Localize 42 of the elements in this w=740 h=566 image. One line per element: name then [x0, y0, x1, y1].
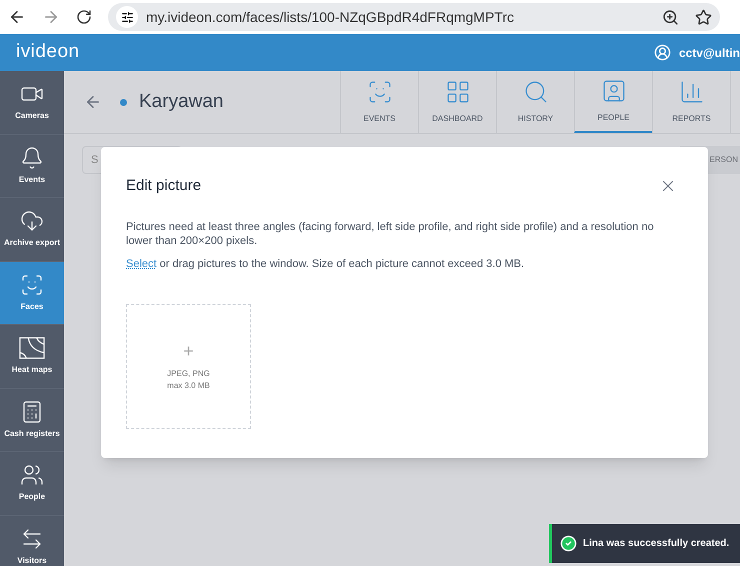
upload-instructions: Select or drag pictures to the window. Size of each picture cannot exceed 3.0 MB. — [126, 256, 526, 272]
sidebar-item[interactable]: Heat maps — [0, 325, 64, 388]
reload-icon[interactable] — [76, 9, 92, 25]
nav-tab[interactable]: DASHBOARD — [418, 71, 496, 133]
add-icon: + — [183, 342, 194, 360]
select-link[interactable]: Select — [126, 258, 157, 270]
chart-icon — [678, 79, 704, 105]
grid-icon — [444, 79, 470, 105]
site-settings-icon[interactable] — [116, 6, 138, 28]
zoom-icon[interactable] — [662, 8, 679, 26]
sidebar-item[interactable]: Faces — [0, 262, 64, 325]
user-name[interactable]: cctv@ultin — [678, 44, 740, 62]
nav-tab[interactable]: HISTORY — [496, 71, 574, 133]
user-icon[interactable] — [654, 44, 671, 61]
format-text: JPEG, PNG — [167, 368, 210, 380]
dialog-note: Pictures need at least three angles (facing forward, left side profile, and right side profile) and a resolution no lower than 200×200 pixels. — [126, 220, 655, 248]
nav-tab[interactable]: REPORTS — [652, 71, 730, 133]
back-icon[interactable] — [8, 8, 26, 26]
success-icon — [560, 535, 577, 552]
upload-area[interactable]: + JPEG, PNG max 3.0 MB — [126, 304, 251, 429]
bookmark-icon[interactable] — [695, 8, 712, 26]
nav-tab[interactable]: EVENTS — [340, 71, 418, 133]
sidebar-item[interactable]: Visitors — [0, 516, 64, 566]
forward-icon[interactable] — [42, 8, 60, 26]
cloud-icon — [19, 209, 45, 234]
sidebar-item[interactable]: Events — [0, 134, 64, 198]
sidebar-item[interactable]: Cameras — [0, 71, 64, 134]
search-icon — [522, 79, 548, 105]
dialog-title: Edit picture — [126, 176, 202, 196]
logo[interactable]: ivideon — [16, 38, 80, 67]
face-icon — [366, 79, 392, 105]
list-title: Karyawan — [139, 90, 224, 114]
url-text: my.ivideon.com/faces/lists/100-NZqGBpdR4dFRqmgMPTrc — [146, 8, 515, 27]
map-icon — [19, 336, 45, 360]
person-icon — [600, 78, 626, 104]
nav-tab[interactable]: PEOPLE — [574, 71, 652, 133]
toast-message: Lina was successfully created. — [583, 537, 730, 551]
size-limit-text: max 3.0 MB — [167, 380, 210, 392]
people-icon — [19, 463, 45, 488]
sidebar-item[interactable]: Cash registers — [0, 388, 64, 452]
sidebar-item[interactable]: People — [0, 452, 64, 516]
address-bar[interactable]: my.ivideon.com/faces/lists/100-NZqGBpdR4dFRqmgMPTrc — [108, 3, 720, 31]
